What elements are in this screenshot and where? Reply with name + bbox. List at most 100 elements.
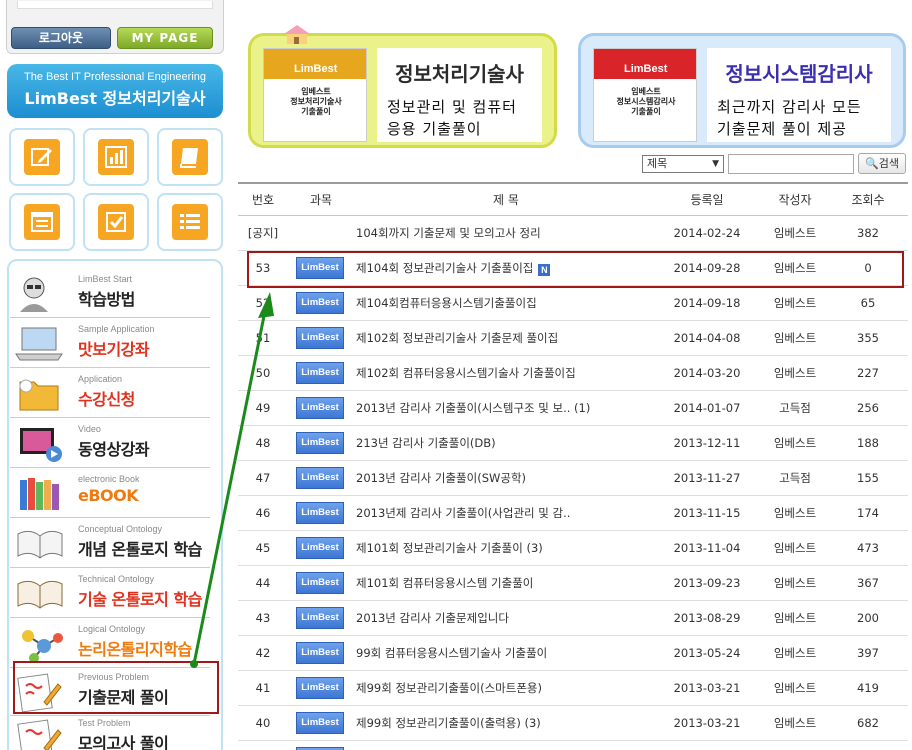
menu-item-ko-label: 모의고사 풀이 (78, 734, 169, 750)
row-number: [공지] (247, 226, 279, 240)
limbest-banner[interactable]: The Best IT Professional Engineering Lim… (7, 64, 223, 118)
checkbox-icon-button[interactable] (83, 193, 149, 251)
row-title-link[interactable] (356, 741, 656, 750)
search-select-value: 제목 (647, 157, 668, 170)
header-category: 과목 (309, 193, 333, 207)
limbest-badge: LimBest (296, 537, 344, 559)
book-icon-button[interactable] (157, 128, 223, 186)
menu-item-previous-problem[interactable]: Previous Problem 기출문제 풀이 (10, 666, 210, 716)
row-views: 155 (857, 471, 879, 485)
search-button[interactable]: 🔍검색 (858, 153, 906, 174)
row-title-link[interactable]: 213년 감리사 기출풀이(DB) (356, 426, 656, 460)
logout-button[interactable]: 로그아웃 (11, 27, 111, 49)
mypage-button[interactable]: MY PAGE (117, 27, 213, 49)
limbest-badge: LimBest (296, 362, 344, 384)
row-writer: 고득점 (779, 401, 811, 415)
row-title-link[interactable]: 2013년 감리사 기출풀이(시스템구조 및 보.. (1) (356, 391, 656, 425)
row-date (658, 741, 756, 750)
table-row[interactable]: 49 LimBest 2013년 감리사 기출풀이(시스템구조 및 보.. (1) 2… (238, 391, 908, 426)
row-category: LimBest (296, 636, 346, 670)
table-row[interactable]: LimBest (238, 741, 908, 750)
limbest-badge: LimBest (296, 327, 344, 349)
banner-description: 정보관리 및 컴퓨터 응용 기출풀이 (387, 96, 538, 140)
menu-item-en-label: Test Problem (78, 718, 131, 728)
row-category: LimBest (296, 321, 346, 355)
table-row[interactable]: 41 LimBest 제99회 정보관리기출풀이(스마트폰용) 2013-03-21 임… (238, 671, 908, 706)
limbest-badge: LimBest (296, 642, 344, 664)
row-number: 48 (255, 436, 271, 450)
row-title-text: 213년 감리사 기출풀이(DB) (356, 436, 496, 450)
row-title-link[interactable]: 제102회 정보관리기술사 기출문제 풀이집 (356, 321, 656, 355)
table-row[interactable]: 47 LimBest 2013년 감리사 기출풀이(SW공학) 2013-11-27 고… (238, 461, 908, 496)
menu-item-en-label: Video (78, 424, 101, 434)
row-title-link[interactable]: 제101회 컴퓨터응용시스템 기출풀이 (356, 566, 656, 600)
banner-title: 정보시스템감리사 (725, 62, 873, 86)
dropdown-arrow-icon: ▼ (712, 159, 719, 169)
list-card-icon-button[interactable] (9, 193, 75, 251)
row-number: 49 (255, 401, 271, 415)
folder-icon (19, 379, 59, 411)
table-row[interactable]: 40 LimBest 제99회 정보관리기출풀이(출력용) (3) 2013-03-2… (238, 706, 908, 741)
row-writer: 고득점 (779, 471, 811, 485)
table-row[interactable]: [공지] 104회까지 기출문제 및 모의고사 정리 2014-02-24 임베스트 3… (238, 216, 908, 251)
row-title-link[interactable]: 2013년제 감리사 기출풀이(사업관리 및 감.. (356, 496, 656, 530)
menu-item-logical-ontology[interactable]: Logical Ontology 논리온톨리지학습 (10, 618, 210, 668)
row-number (238, 741, 288, 750)
row-views: 227 (857, 366, 879, 380)
search-field-select[interactable]: 제목 ▼ (642, 155, 724, 173)
search-input[interactable] (728, 154, 854, 174)
menu-item-ko-label: 기출문제 풀이 (78, 688, 169, 707)
menu-item-sample[interactable]: Sample Application 맛보기강좌 (10, 318, 210, 368)
table-row[interactable]: 44 LimBest 제101회 컴퓨터응용시스템 기출풀이 2013-09-23 임베… (238, 566, 908, 601)
row-title-link[interactable]: 104회까지 기출문제 및 모의고사 정리 (356, 216, 656, 250)
table-body: [공지] 104회까지 기출문제 및 모의고사 정리 2014-02-24 임베스트 3… (238, 216, 908, 750)
row-category: LimBest (296, 356, 346, 390)
menu-item-technical-ontology[interactable]: Technical Ontology 기술 온톨로지 학습 (10, 568, 210, 618)
row-category: LimBest (296, 566, 346, 600)
table-row[interactable]: 43 LimBest 2013년 감리사 기출문제입니다 2013-08-29 임베스트… (238, 601, 908, 636)
table-row[interactable]: 48 LimBest 213년 감리사 기출풀이(DB) 2013-12-11 임베스트… (238, 426, 908, 461)
menu-item-ebook[interactable]: electronic Book eBOOK (10, 468, 210, 518)
banner-desc-line: 기출문제 풀이 제공 (717, 120, 847, 138)
menu-item-en-label: Technical Ontology (78, 574, 155, 584)
menu-item-study-method[interactable]: LimBest Start 학습방법 (10, 268, 210, 318)
row-title-link[interactable]: 제102회 컴퓨터응용시스템기술사 기출풀이집 (356, 356, 656, 390)
book-banner-info-processing[interactable]: LimBest 임베스트 정보처리기술사 기출풀이 정보처리기술사 정보관리 및… (248, 33, 557, 148)
table-row[interactable]: 46 LimBest 2013년제 감리사 기출풀이(사업관리 및 감.. 2013-… (238, 496, 908, 531)
menu-item-test-problem[interactable]: Test Problem 모의고사 풀이 (10, 712, 210, 750)
book-banner-system-audit[interactable]: LimBest 임베스트 정보시스템감리사 기출풀이 정보시스템감리사 최근까지… (578, 33, 906, 148)
bullet-list-icon-button[interactable] (157, 193, 223, 251)
book-cover: LimBest 임베스트 정보처리기술사 기출풀이 (263, 48, 367, 142)
row-date: 2013-09-23 (673, 576, 741, 590)
row-title-link[interactable]: 제104회 정보관리기술사 기출풀이집 N (356, 251, 656, 285)
menu-item-video[interactable]: Video 동영상강좌 (10, 418, 210, 468)
row-title-link[interactable]: 제104회컴퓨터응용시스템기출풀이집 (356, 286, 656, 320)
table-row[interactable]: 45 LimBest 제101회 정보관리기술사 기출풀이 (3) 2013-11-0… (238, 531, 908, 566)
bar-chart-icon-button[interactable] (83, 128, 149, 186)
table-row[interactable]: 42 LimBest 99회 컴퓨터응용시스템기술사 기출풀이 2013-05-24 임… (238, 636, 908, 671)
row-title-text: 2013년 감리사 기출문제입니다 (356, 611, 509, 625)
table-row[interactable]: 50 LimBest 제102회 컴퓨터응용시스템기술사 기출풀이집 2014-03-… (238, 356, 908, 391)
row-title-link[interactable]: 제101회 정보관리기술사 기출풀이 (3) (356, 531, 656, 565)
row-title-link[interactable]: 제99회 정보관리기출풀이(스마트폰용) (356, 671, 656, 705)
row-title-text: 2013년제 감리사 기출풀이(사업관리 및 감.. (356, 506, 571, 520)
menu-item-conceptual-ontology[interactable]: Conceptual Ontology 개념 온톨로지 학습 (10, 518, 210, 568)
table-row[interactable]: 53 LimBest 제104회 정보관리기술사 기출풀이집 N 2014-09-28 임… (238, 251, 908, 286)
row-title-link[interactable]: 2013년 감리사 기출풀이(SW공학) (356, 461, 656, 495)
book-brand: LimBest (624, 63, 668, 75)
row-title-text: 제101회 컴퓨터응용시스템 기출풀이 (356, 576, 534, 590)
row-number: 44 (255, 576, 271, 590)
row-date: 2014-04-08 (673, 331, 741, 345)
row-title-link[interactable]: 제99회 정보관리기출풀이(출력용) (3) (356, 706, 656, 740)
pencil-icon-button[interactable] (9, 128, 75, 186)
row-title-link[interactable]: 2013년 감리사 기출문제입니다 (356, 601, 656, 635)
menu-item-ko-label: 논리온톨리지학습 (78, 640, 192, 659)
table-row[interactable]: 52 LimBest 제104회컴퓨터응용시스템기출풀이집 2014-09-18 임베스… (238, 286, 908, 321)
table-row[interactable]: 51 LimBest 제102회 정보관리기술사 기출문제 풀이집 2014-04-0… (238, 321, 908, 356)
row-title-link[interactable]: 99회 컴퓨터응용시스템기술사 기출풀이 (356, 636, 656, 670)
book-title: 임베스트 정보시스템감리사 기출풀이 (616, 87, 676, 116)
row-date: 2013-12-11 (673, 436, 741, 450)
menu-item-application[interactable]: Application 수강신청 (10, 368, 210, 418)
book-cover: LimBest 임베스트 정보시스템감리사 기출풀이 (593, 48, 697, 142)
row-category: LimBest (296, 391, 346, 425)
